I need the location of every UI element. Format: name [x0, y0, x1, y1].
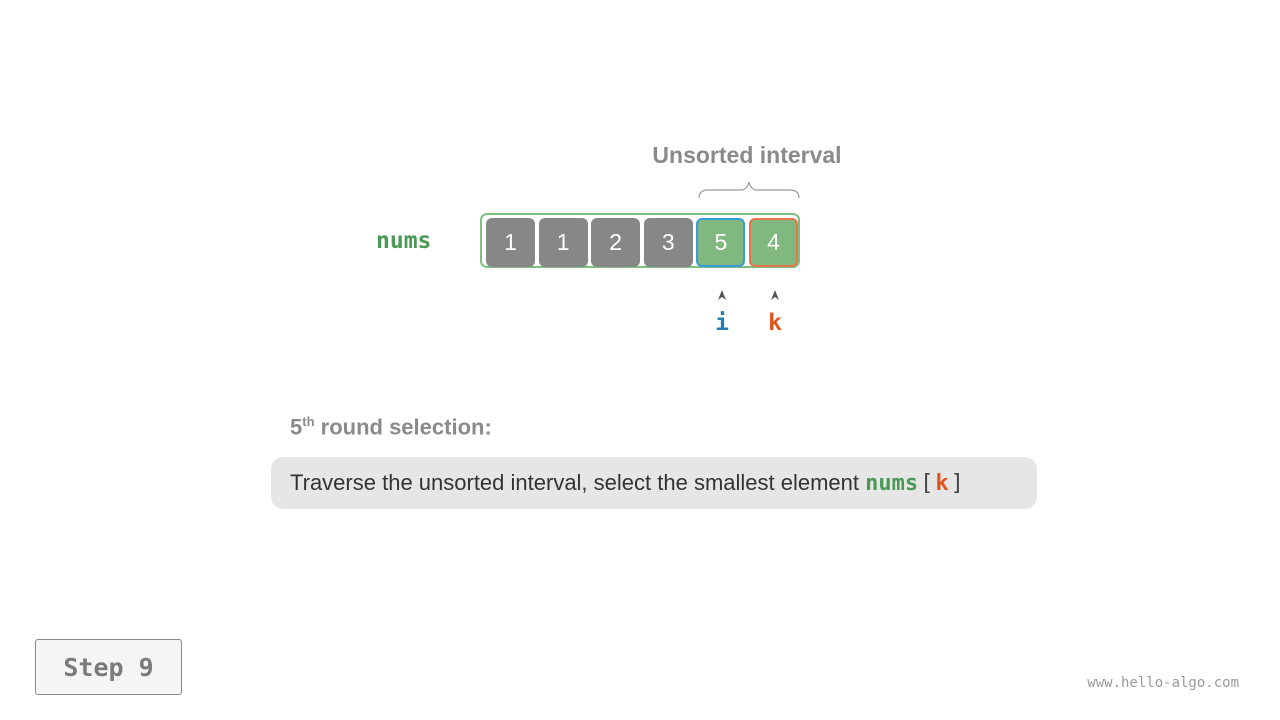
- array-label: nums: [376, 228, 432, 254]
- array-cell: 1: [538, 218, 588, 267]
- pointer-i-arrow: [718, 290, 726, 300]
- array-cell: 4: [749, 218, 798, 267]
- watermark: www.hello-algo.com: [1087, 675, 1239, 691]
- description-box: Traverse the unsorted interval, select t…: [271, 457, 1037, 509]
- array-cell: 1: [486, 218, 535, 267]
- description-code-index: k: [935, 470, 949, 496]
- pointer-k-label: k: [768, 310, 782, 336]
- array-cell: 2: [591, 218, 641, 267]
- array-cell: 5: [696, 218, 746, 267]
- description-code-var: nums: [865, 470, 919, 496]
- round-suffix: th: [302, 414, 315, 429]
- pointer-i-label: i: [715, 310, 729, 336]
- description-close-bracket: ]: [950, 470, 964, 496]
- round-number: 5: [290, 414, 303, 440]
- pointer-k-arrow: [771, 290, 779, 300]
- round-title: 5th round selection:: [290, 414, 492, 440]
- interval-brace: [698, 181, 800, 199]
- description-open-bracket: [: [920, 470, 934, 496]
- step-button[interactable]: Step 9: [35, 639, 182, 695]
- description-text: Traverse the unsorted interval, select t…: [290, 470, 866, 495]
- unsorted-interval-label: Unsorted interval: [652, 142, 842, 168]
- round-text: round selection:: [314, 414, 492, 440]
- array-cell: 3: [643, 218, 693, 267]
